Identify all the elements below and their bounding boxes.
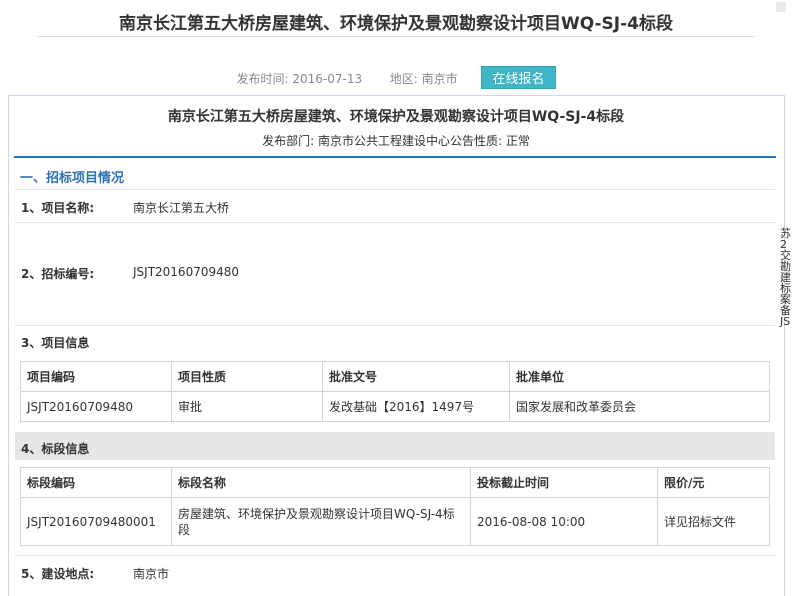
section-heading: 一、招标项目情况: [20, 171, 125, 186]
publish-time: 2016-07-13: [292, 72, 363, 86]
row-divider: [15, 189, 775, 190]
project-info-label: 3、项目信息: [21, 336, 90, 350]
row-divider: [15, 555, 775, 556]
project-name-value: 南京长江第五大桥: [133, 201, 230, 215]
table-header-cell: 项目性质: [171, 361, 323, 392]
section-info-label: 4、标段信息: [21, 442, 90, 456]
online-signup-button[interactable]: 在线报名: [481, 66, 556, 89]
notice-title: 南京长江第五大桥房屋建筑、环境保护及景观勘察设计项目WQ-SJ-4标段: [167, 109, 625, 125]
table-row: JSJT20160709480 审批 发改基础【2016】1497号 国家发展和…: [20, 391, 770, 422]
publish-time-label: 发布时间:: [236, 72, 289, 86]
table-cell: 国家发展和改革委员会: [509, 391, 770, 422]
table-header-cell: 限价/元: [657, 467, 770, 498]
table-header-cell: 投标截止时间: [470, 467, 658, 498]
table-cell: 审批: [171, 391, 323, 422]
notice-divider: [14, 156, 776, 158]
project-info-table: 项目编码 项目性质 批准文号 批准单位 JSJT20160709480 审批 发…: [20, 361, 770, 422]
region-label: 地区:: [389, 72, 418, 86]
table-cell: 2016-08-08 10:00: [470, 497, 658, 546]
table-row: JSJT20160709480001 房屋建筑、环境保护及景观勘察设计项目WQ-…: [20, 497, 770, 546]
section-band: [15, 432, 775, 460]
location-label: 5、建设地点:: [21, 567, 95, 581]
project-name-label: 1、项目名称:: [21, 201, 95, 215]
table-cell: 详见招标文件: [657, 497, 770, 546]
table-header-cell: 批准文号: [322, 361, 510, 392]
bid-no-label: 2、招标编号:: [21, 267, 95, 281]
section-info-table: 标段编码 标段名称 投标截止时间 限价/元 JSJT20160709480001…: [20, 467, 770, 546]
page-title: 南京长江第五大桥房屋建筑、环境保护及景观勘察设计项目WQ-SJ-4标段: [118, 14, 674, 34]
table-header-cell: 标段名称: [171, 467, 471, 498]
region-value: 南京市: [421, 72, 458, 86]
table-cell: 房屋建筑、环境保护及景观勘察设计项目WQ-SJ-4标段: [171, 497, 471, 546]
table-header-cell: 标段编码: [20, 467, 172, 498]
table-header-cell: 批准单位: [509, 361, 770, 392]
table-cell: JSJT20160709480: [20, 391, 172, 422]
scroll-corner[interactable]: [776, 2, 786, 12]
publish-meta: 发布时间: 2016-07-13 地区: 南京市 在线报名: [0, 66, 792, 89]
table-header-row: 标段编码 标段名称 投标截止时间 限价/元: [20, 467, 770, 498]
row-divider: [15, 222, 775, 223]
table-header-row: 项目编码 项目性质 批准文号 批准单位: [20, 361, 770, 392]
table-cell: JSJT20160709480001: [20, 497, 172, 546]
row-divider: [15, 325, 775, 326]
notice-dept-line: 发布部门: 南京市公共工程建设中心公告性质: 正常: [262, 134, 530, 148]
location-value: 南京市: [133, 567, 170, 581]
bid-no-value: JSJT20160709480: [133, 265, 240, 279]
table-header-cell: 项目编码: [20, 361, 172, 392]
title-divider: [37, 36, 755, 37]
table-cell: 发改基础【2016】1497号: [322, 391, 510, 422]
side-vertical-text: 苏2交勘建标案备JS: [780, 227, 791, 328]
